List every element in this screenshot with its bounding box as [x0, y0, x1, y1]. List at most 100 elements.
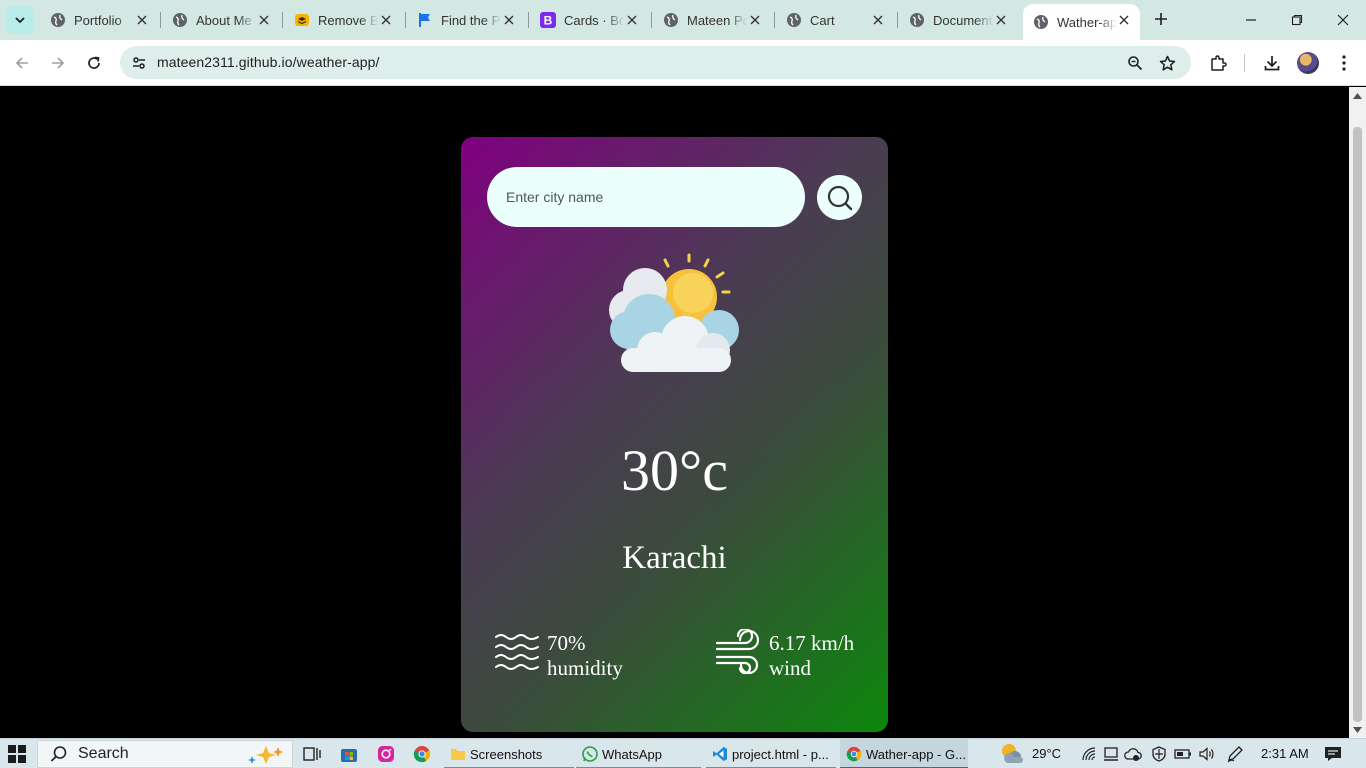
url-text[interactable]: mateen2311.github.io/weather-app/ [157, 54, 380, 70]
close-icon[interactable] [624, 12, 640, 28]
toolbar-divider [1244, 54, 1245, 72]
microsoft-store-icon[interactable] [339, 744, 359, 764]
download-icon[interactable] [1261, 52, 1283, 74]
search-button[interactable] [817, 175, 862, 220]
taskbar-app-chrome[interactable]: Wather-app - G... [840, 739, 968, 768]
weather-widget-icon[interactable] [1000, 742, 1026, 766]
tab-about-me[interactable]: About Me [162, 4, 280, 36]
tab-separator [897, 12, 898, 28]
reload-button[interactable] [82, 51, 106, 75]
windows-start-icon[interactable] [8, 745, 26, 763]
battery-icon[interactable] [1174, 745, 1192, 763]
wifi-icon[interactable] [1080, 745, 1098, 763]
close-icon[interactable] [870, 12, 886, 28]
taskbar-app-screenshots[interactable]: Screenshots [444, 739, 574, 768]
humidity-value: 70% [547, 631, 586, 655]
close-window-button[interactable] [1331, 8, 1355, 32]
scrollbar-thumb[interactable] [1353, 127, 1362, 722]
close-icon[interactable] [256, 12, 272, 28]
tab-find-the-perfect[interactable]: Find the Perfect [407, 4, 525, 36]
tab-portfolio[interactable]: Portfolio [40, 4, 158, 36]
close-icon[interactable] [993, 12, 1009, 28]
device-icon[interactable] [1102, 745, 1120, 763]
close-icon[interactable] [134, 12, 150, 28]
close-icon [1337, 14, 1349, 26]
tab-cart[interactable]: Cart [776, 4, 894, 36]
browser-toolbar: mateen2311.github.io/weather-app/ [0, 40, 1366, 86]
restore-icon [1291, 14, 1303, 26]
city-search-input[interactable] [487, 167, 805, 227]
back-button[interactable] [10, 51, 34, 75]
close-icon[interactable] [378, 12, 394, 28]
forward-button[interactable] [46, 51, 70, 75]
tab-title: Mateen Portfolio [687, 12, 747, 28]
instagram-icon[interactable] [376, 744, 396, 764]
minimize-button[interactable] [1239, 8, 1263, 32]
tab-title: Wather-app [1057, 14, 1117, 30]
tab-mateen-portfolio[interactable]: Mateen Portfolio [653, 4, 771, 36]
zoom-icon[interactable] [1125, 53, 1145, 73]
city-name: Karachi [622, 540, 727, 576]
tab-cards-bootstrap[interactable]: B Cards · Bootstrap [530, 4, 648, 36]
taskbar-app-label: WhatsApp [602, 746, 662, 762]
taskbar-search-box[interactable]: Search [37, 740, 293, 768]
globe-icon [1033, 14, 1049, 30]
site-info-icon[interactable] [128, 52, 150, 74]
extensions-icon[interactable] [1207, 52, 1229, 74]
tab-separator [774, 12, 775, 28]
clock-time[interactable]: 2:31 AM [1261, 746, 1309, 761]
tab-title: Document [933, 12, 993, 28]
search-icon [827, 185, 852, 210]
tab-document[interactable]: Document [899, 4, 1017, 36]
taskbar-app-whatsapp[interactable]: WhatsApp [576, 739, 701, 768]
tab-separator [528, 12, 529, 28]
scroll-down-icon[interactable] [1353, 725, 1362, 734]
tab-remove-background[interactable]: Remove Background [284, 4, 402, 36]
wind-text: 6.17 km/h wind [769, 631, 854, 681]
taskbar-app-vscode[interactable]: project.html - p... [706, 739, 836, 768]
globe-icon [172, 12, 188, 28]
weather-temperature[interactable]: 29°C [1032, 746, 1061, 761]
scroll-up-icon[interactable] [1353, 91, 1362, 100]
task-view-icon[interactable] [302, 744, 322, 764]
tab-strip: Portfolio About Me Remove Background Fin… [0, 0, 1366, 40]
taskbar-app-label: project.html - p... [732, 746, 829, 762]
new-tab-button[interactable] [1150, 8, 1172, 30]
chrome-icon[interactable] [412, 744, 432, 764]
tab-title: Cards · Bootstrap [564, 12, 624, 28]
svg-text:B: B [544, 14, 553, 28]
weather-card: 30°c Karachi 70% humidity [461, 137, 888, 732]
whatsapp-icon [582, 746, 598, 762]
close-icon[interactable] [501, 12, 517, 28]
vscode-icon [712, 746, 728, 762]
page-viewport: 30°c Karachi 70% humidity [0, 87, 1349, 738]
page-scrollbar[interactable] [1349, 87, 1366, 738]
menu-kebab-icon[interactable] [1333, 52, 1355, 74]
plus-icon [1155, 13, 1167, 25]
security-shield-icon[interactable] [1150, 745, 1168, 763]
humidity-waves-icon [493, 629, 541, 677]
tab-separator [405, 12, 406, 28]
tab-wather-app[interactable]: Wather-app [1023, 4, 1140, 40]
search-icon [50, 746, 67, 762]
sparkle-icon [248, 746, 283, 764]
bootstrap-icon: B [540, 12, 556, 28]
flag-icon [417, 12, 433, 28]
bookmark-star-icon[interactable] [1157, 53, 1177, 73]
close-icon[interactable] [1116, 12, 1132, 28]
notifications-icon[interactable] [1324, 745, 1342, 763]
profile-avatar[interactable] [1297, 52, 1319, 74]
globe-icon [909, 12, 925, 28]
globe-icon [786, 12, 802, 28]
pen-icon[interactable] [1226, 745, 1244, 763]
tab-title: Portfolio [74, 12, 122, 28]
tab-title: Remove Background [318, 12, 378, 28]
address-bar[interactable]: mateen2311.github.io/weather-app/ [120, 46, 1191, 79]
cloud-sync-icon[interactable] [1124, 745, 1142, 763]
close-icon[interactable] [747, 12, 763, 28]
tab-search-button[interactable] [6, 6, 34, 34]
volume-icon[interactable] [1198, 745, 1216, 763]
restore-button[interactable] [1285, 8, 1309, 32]
tab-title: Find the Perfect [441, 12, 501, 28]
globe-icon [50, 12, 66, 28]
